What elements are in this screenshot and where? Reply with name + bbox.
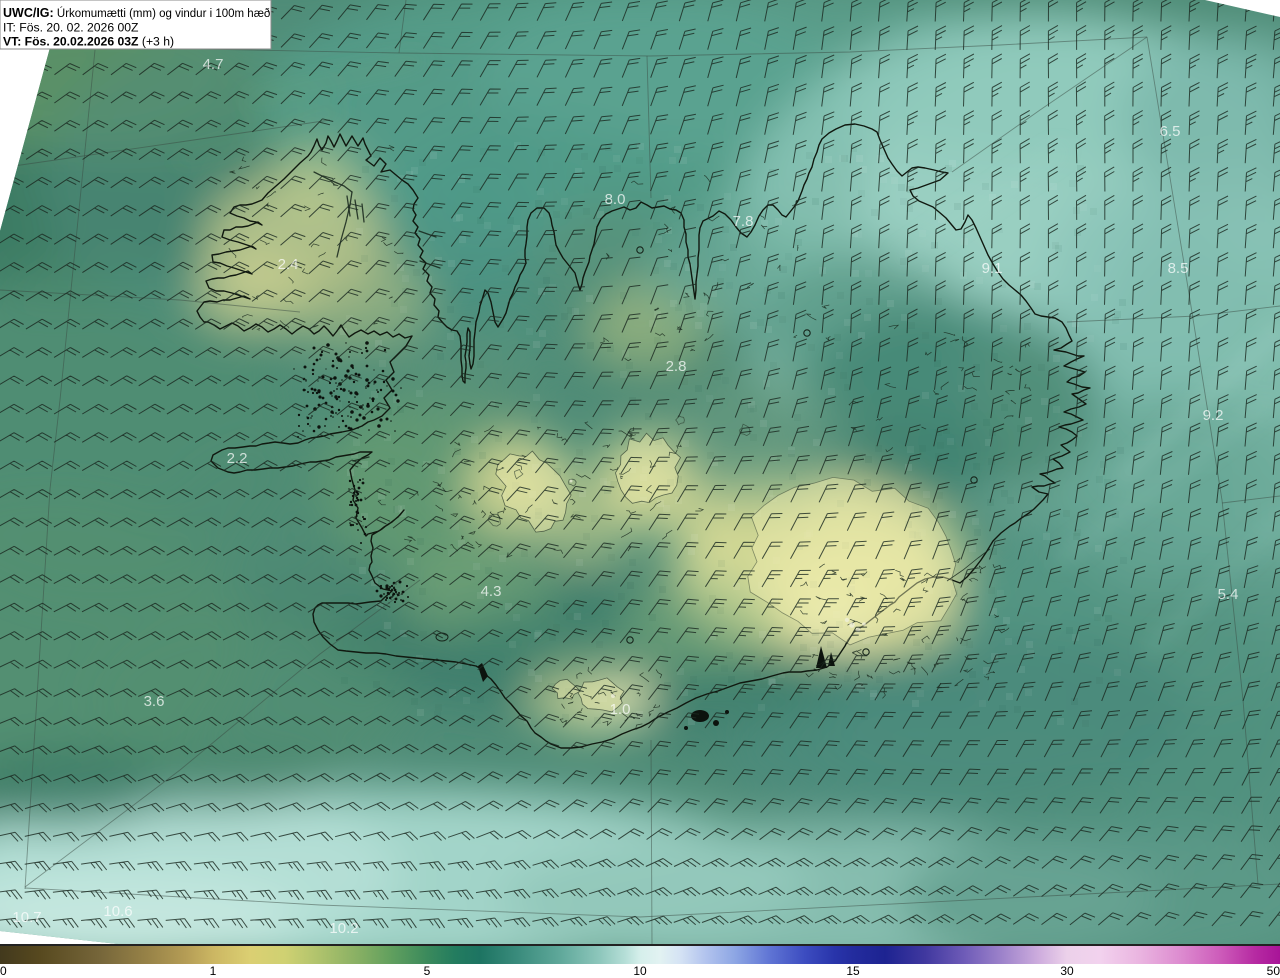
svg-text:30: 30 xyxy=(1060,964,1074,978)
svg-text:4.7: 4.7 xyxy=(203,56,224,73)
svg-text:6.5: 6.5 xyxy=(1160,123,1181,140)
svg-text:10.2: 10.2 xyxy=(329,920,358,937)
svg-text:10.7: 10.7 xyxy=(12,909,41,926)
svg-text:1: 1 xyxy=(210,964,217,978)
svg-text:0: 0 xyxy=(0,964,7,978)
svg-text:9.2: 9.2 xyxy=(1203,407,1224,424)
svg-text:7.8: 7.8 xyxy=(733,213,754,230)
svg-text:8.5: 8.5 xyxy=(1168,260,1189,277)
svg-text:15: 15 xyxy=(846,964,860,978)
svg-text:2.8: 2.8 xyxy=(666,358,687,375)
svg-text:10: 10 xyxy=(633,964,647,978)
svg-text:2.4: 2.4 xyxy=(278,256,299,273)
svg-text:5.4: 5.4 xyxy=(1218,586,1239,603)
svg-text:5: 5 xyxy=(424,964,431,978)
svg-text:IT: Fös. 20. 02. 2026 00Z: IT: Fös. 20. 02. 2026 00Z xyxy=(3,21,139,35)
svg-text:8.0: 8.0 xyxy=(605,191,626,208)
svg-text:10.6: 10.6 xyxy=(103,903,132,920)
svg-text:1.0: 1.0 xyxy=(610,701,631,718)
svg-text:UWC/IG: Úrkomumætti (mm) og vi: UWC/IG: Úrkomumætti (mm) og vindur i 100… xyxy=(3,6,270,20)
svg-text:VT: Fös. 20.02.2026 03Z (+3 h): VT: Fös. 20.02.2026 03Z (+3 h) xyxy=(3,35,174,49)
svg-text:2.2: 2.2 xyxy=(227,450,248,467)
svg-text:4.3: 4.3 xyxy=(481,583,502,600)
svg-text:50: 50 xyxy=(1267,964,1280,978)
svg-text:3.6: 3.6 xyxy=(144,693,165,710)
svg-text:9.1: 9.1 xyxy=(982,260,1003,277)
